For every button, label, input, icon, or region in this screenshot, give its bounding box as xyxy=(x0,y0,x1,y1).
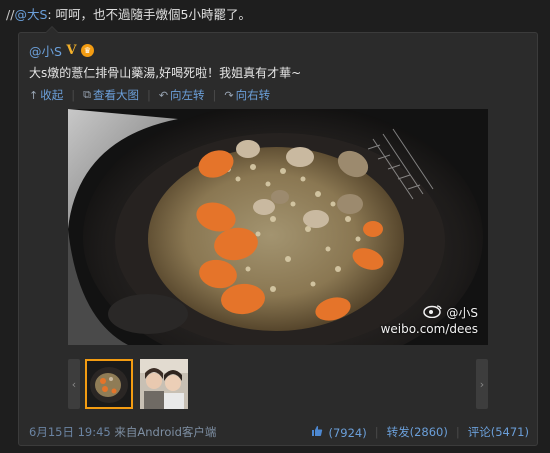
view-large-icon: ⧉ xyxy=(83,88,91,101)
thumb-prev-button[interactable]: ‹ xyxy=(68,359,80,409)
repost-button[interactable]: 转发(2860) xyxy=(387,424,448,440)
rotate-right-button[interactable]: ↷ 向右转 xyxy=(224,87,270,103)
like-button[interactable]: (7924) xyxy=(311,425,367,440)
rotate-right-label: 向右转 xyxy=(235,88,271,102)
verified-badge-icon[interactable]: V xyxy=(65,43,78,58)
mention-link[interactable]: @大S xyxy=(14,7,47,22)
post-footer: 6月15日 19:45 来自Android客户端 (7924) | 转发(286… xyxy=(19,421,537,441)
view-large-button[interactable]: ⧉ 查看大图 xyxy=(83,87,139,103)
post-meta: 6月15日 19:45 来自Android客户端 xyxy=(29,424,216,440)
repost-text: : 呵呵，也不過隨手燉個5小時罷了。 xyxy=(47,7,252,22)
thumbnail-soup[interactable] xyxy=(85,359,133,409)
divider: | xyxy=(146,88,151,102)
thumbnail-portrait-image xyxy=(140,359,188,409)
collapse-label: 收起 xyxy=(40,88,64,102)
watermark-user: @小S xyxy=(446,305,478,320)
post-timestamp[interactable]: 6月15日 19:45 xyxy=(29,425,111,439)
thumbnail-soup-image xyxy=(87,361,131,407)
thumbnail-strip: ‹ › xyxy=(68,359,488,411)
thumbnail-portrait[interactable] xyxy=(140,359,188,409)
original-post-card: @小S V ♛ 大s燉的薏仁排骨山藥湯,好喝死啦！我姐真有才華~ ↑ 收起 | … xyxy=(18,26,538,446)
post-photo[interactable]: @小S weibo.com/dees xyxy=(68,109,488,345)
collapse-button[interactable]: ↑ 收起 xyxy=(29,87,63,103)
chevron-left-icon: ‹ xyxy=(71,377,77,391)
rotate-right-icon: ↷ xyxy=(224,88,234,102)
card-pointer xyxy=(45,26,59,33)
post-stats: (7924) | 转发(2860) | 评论(5471) xyxy=(311,424,529,440)
divider: | xyxy=(374,425,379,439)
photo-watermark: @小S weibo.com/dees xyxy=(381,304,478,337)
divider: | xyxy=(71,88,76,102)
watermark-url: weibo.com/dees xyxy=(380,322,478,336)
comment-button[interactable]: 评论(5471) xyxy=(468,424,529,440)
collapse-icon: ↑ xyxy=(29,88,39,102)
author-row: @小S V ♛ xyxy=(29,41,94,59)
thumb-next-button[interactable]: › xyxy=(476,359,488,409)
chevron-right-icon: › xyxy=(479,377,485,391)
repost-comment: //@大S: 呵呵，也不過隨手燉個5小時罷了。 xyxy=(6,6,251,24)
view-large-label: 查看大图 xyxy=(92,88,139,102)
divider: | xyxy=(455,425,460,439)
post-text: 大s燉的薏仁排骨山藥湯,好喝死啦！我姐真有才華~ xyxy=(29,66,302,80)
like-count: (7924) xyxy=(328,425,367,440)
thumbs-up-icon xyxy=(311,425,327,440)
image-actions: ↑ 收起 | ⧉ 查看大图 | ↶ 向左转 | ↷ 向右转 xyxy=(29,87,270,103)
author-link[interactable]: @小S xyxy=(29,41,62,60)
post-source[interactable]: 来自Android客户端 xyxy=(114,425,216,439)
weibo-eye-icon xyxy=(423,304,443,322)
divider: | xyxy=(212,88,217,102)
crown-badge-icon[interactable]: ♛ xyxy=(80,43,94,57)
rotate-left-button[interactable]: ↶ 向左转 xyxy=(159,87,205,103)
rotate-left-icon: ↶ xyxy=(158,88,169,102)
rotate-left-label: 向左转 xyxy=(170,88,205,102)
